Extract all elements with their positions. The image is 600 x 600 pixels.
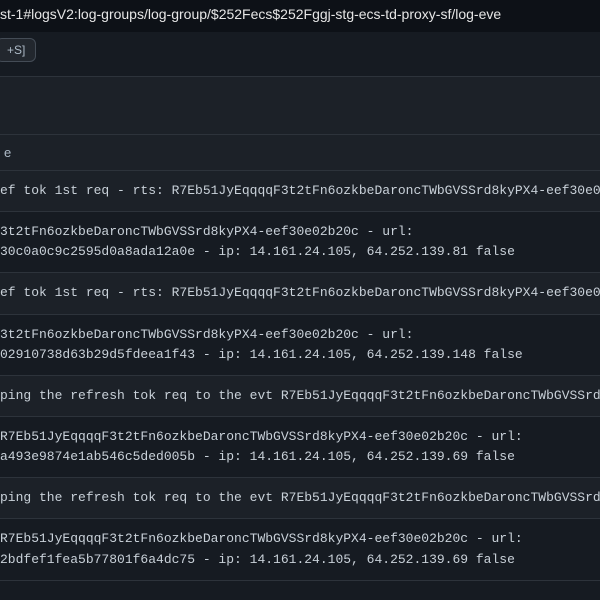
log-row[interactable]: ping the refresh tok req to the evt R7Eb…: [0, 478, 600, 519]
column-header-message[interactable]: e: [0, 135, 600, 171]
log-row[interactable]: R7Eb51JyEqqqqF3t2tFn6ozkbeDaroncTWbGVSSr…: [0, 519, 600, 580]
log-row[interactable]: ef tok 1st req - rts: R7Eb51JyEqqqqF3t2t…: [0, 171, 600, 212]
toolbar-area: [0, 77, 600, 135]
log-row[interactable]: R7Eb51JyEqqqqF3t2tFn6ozkbeDaroncTWbGVSSr…: [0, 417, 600, 478]
log-row[interactable]: 3t2tFn6ozkbeDaroncTWbGVSSrd8kyPX4-eef30e…: [0, 315, 600, 376]
log-row[interactable]: ping the refresh tok req to the evt R7Eb…: [0, 376, 600, 417]
log-event-list: ef tok 1st req - rts: R7Eb51JyEqqqqF3t2t…: [0, 171, 600, 581]
browser-url-fragment[interactable]: st-1#logsV2:log-groups/log-group/$252Fec…: [0, 0, 600, 32]
log-row[interactable]: 3t2tFn6ozkbeDaroncTWbGVSSrd8kyPX4-eef30e…: [0, 212, 600, 273]
keyboard-shortcut-badge: +S]: [0, 38, 36, 62]
log-row[interactable]: ef tok 1st req - rts: R7Eb51JyEqqqqF3t2t…: [0, 273, 600, 314]
shortcut-row: +S]: [0, 32, 600, 77]
